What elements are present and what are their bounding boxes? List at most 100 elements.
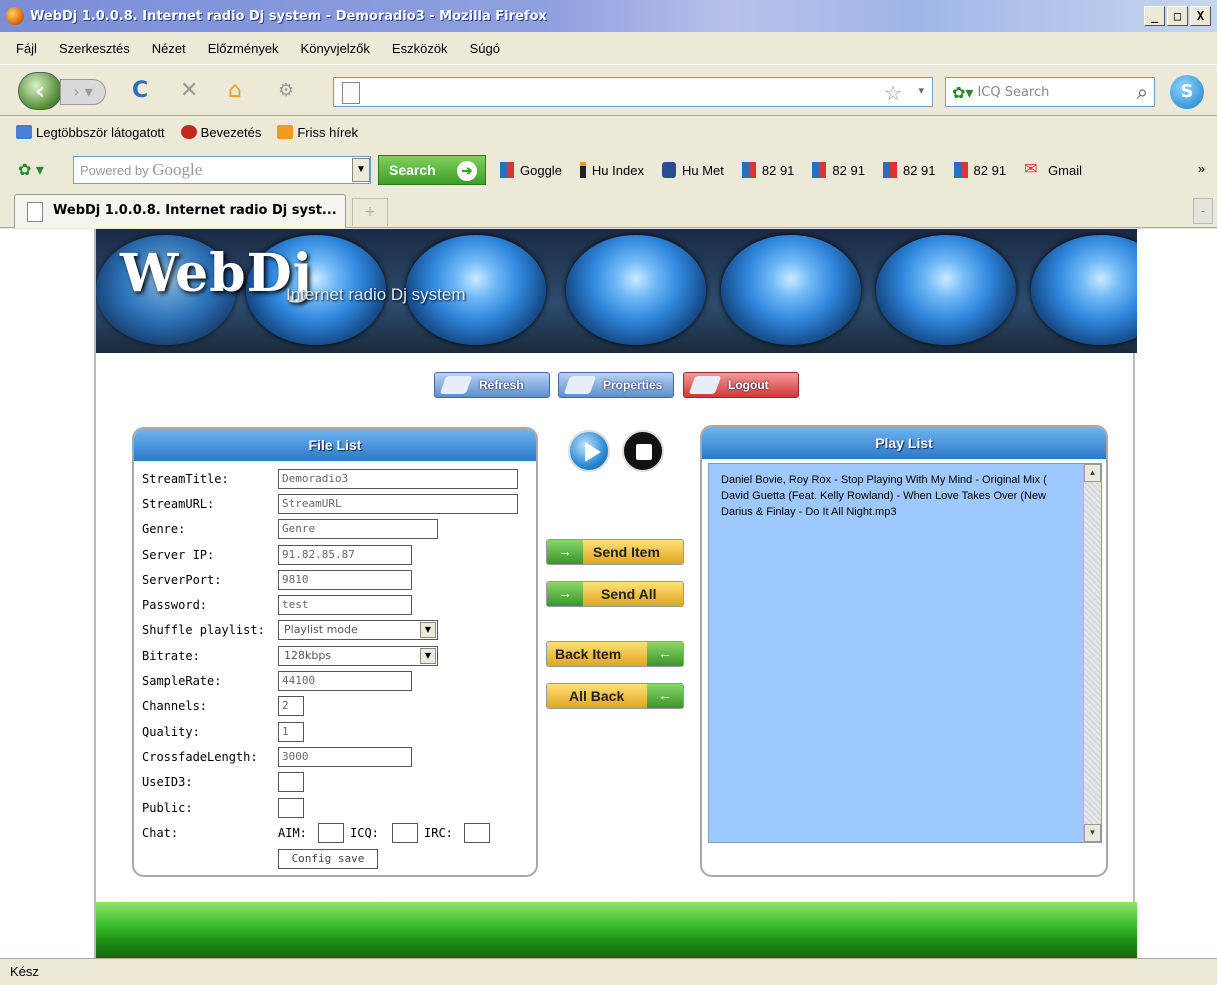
new-tab-button[interactable]: + [352,198,388,226]
link-label: 82 91 [832,162,865,178]
reload-icon[interactable]: C [132,78,148,104]
server-port-input[interactable]: 9810 [278,570,412,590]
scrollbar[interactable]: ▲ ▼ [1083,464,1101,842]
field-label: Quality: [142,725,200,739]
bookmark-latest-news[interactable]: Friss hírek [277,124,358,140]
url-input[interactable]: ☆ ▾ [333,77,933,107]
link-82-91-b[interactable]: 82 91 [812,162,865,178]
send-item-button[interactable]: → Send Item [546,539,684,565]
list-item[interactable]: Daniel Bovie, Roy Rox - Stop Playing Wit… [721,472,1077,488]
link-goggle[interactable]: Goggle [500,162,562,178]
google-search-input[interactable]: Powered by Google [73,156,371,184]
menu-bookmarks[interactable]: Könyvjelzők [301,41,370,56]
config-save-button[interactable]: Config save [278,849,378,869]
search-placeholder: ICQ Search [977,84,1050,100]
properties-button[interactable]: Properties [558,372,674,398]
bitrate-select[interactable]: 128kbps ▼ [278,646,438,666]
bookmark-star-icon[interactable]: ☆ [884,81,902,105]
clover-icon[interactable]: ✿▾ [952,83,973,102]
window-title-bar[interactable]: WebDj 1.0.0.8. Internet radio Dj system … [0,0,1217,32]
stream-title-input[interactable]: Demoradio3 [278,469,518,489]
menu-help[interactable]: Súgó [470,41,500,56]
link-hu-met[interactable]: Hu Met [661,162,724,178]
skype-icon[interactable]: S [1170,75,1204,109]
tools-icon[interactable]: ⚙ [278,78,294,104]
crossfade-input[interactable]: 3000 [278,747,412,767]
field-label: StreamURL: [142,497,215,511]
file-list-panel: File List StreamTitle: Demoradio3 Stream… [132,427,538,877]
more-chevron-icon[interactable]: » [1198,161,1205,176]
link-label: Goggle [520,162,562,178]
link-label: 82 91 [973,162,1007,178]
scroll-down-icon[interactable]: ▼ [1084,824,1101,842]
chevron-down-icon[interactable]: ▼ [352,158,370,182]
send-all-button[interactable]: → Send All [546,581,684,607]
icq-input[interactable] [392,823,418,843]
refresh-button[interactable]: Refresh [434,372,550,398]
shuffle-select[interactable]: Playlist mode ▼ [278,620,438,640]
quality-input[interactable]: 1 [278,722,304,742]
stream-url-input[interactable]: StreamURL [278,494,518,514]
minimize-button[interactable]: _ [1144,6,1165,26]
useid3-checkbox[interactable] [278,772,304,792]
maximize-button[interactable]: □ [1167,6,1188,26]
password-input[interactable]: test [278,595,412,615]
menu-edit[interactable]: Szerkesztés [59,41,130,56]
menu-history[interactable]: Előzmények [208,41,279,56]
channels-input[interactable]: 2 [278,696,304,716]
link-hu-index[interactable]: Hu Index [579,162,644,178]
menu-view[interactable]: Nézet [152,41,186,56]
back-item-button[interactable]: Back Item ← [546,641,684,667]
search-icon[interactable]: ⌕ [1137,80,1148,104]
stop-button[interactable] [622,430,664,472]
samplerate-input[interactable]: 44100 [278,671,412,691]
menu-bar: Fájl Szerkesztés Nézet Előzmények Könyvj… [0,34,1217,62]
all-back-button[interactable]: All Back ← [546,683,684,709]
list-item[interactable]: David Guetta (Feat. Kelly Rowland) - Whe… [721,488,1077,504]
genre-input[interactable]: Genre [278,519,438,539]
field-label: CrossfadeLength: [142,750,258,764]
bookmark-label: Bevezetés [200,124,262,140]
link-gmail[interactable]: ✉ Gmail [1024,162,1082,178]
status-bar: Kész [0,958,1217,984]
tab-list-button[interactable]: - [1193,198,1213,224]
forward-button[interactable]: › ▾ [60,79,106,105]
link-82-91-c[interactable]: 82 91 [882,162,936,178]
link-82-91-d[interactable]: 82 91 [953,162,1007,178]
back-button[interactable]: ‹ [18,72,62,110]
tab-webdj[interactable]: WebDj 1.0.0.8. Internet radio Dj syst... [14,194,346,228]
bookmark-getting-started[interactable]: Bevezetés [180,124,262,140]
back-item-label: Back Item [555,646,622,662]
google-search-button[interactable]: ➔ Search [378,155,486,185]
close-button[interactable]: X [1190,6,1211,26]
chevron-down-icon: ▼ [420,622,436,638]
turntable-image [1031,235,1137,345]
play-button[interactable] [568,430,610,472]
irc-input[interactable] [464,823,490,843]
gmail-icon: ✉ [1024,161,1038,178]
menu-tools[interactable]: Eszközök [392,41,448,56]
play-list-panel: Play List Daniel Bovie, Roy Rox - Stop P… [700,425,1108,877]
arrow-right-icon: ➔ [457,161,477,181]
home-icon[interactable]: ⌂ [228,78,242,104]
link-82-91-a[interactable]: 82 91 [741,162,794,178]
logout-label: Logout [728,378,769,392]
menu-file[interactable]: Fájl [16,41,37,56]
server-ip-input[interactable]: 91.82.85.87 [278,545,412,565]
list-item[interactable]: Darius & Finlay - Do It All Night.mp3 [721,504,1077,520]
aim-input[interactable] [318,823,344,843]
chevron-down-icon[interactable]: ▾ [918,84,924,97]
field-label: Public: [142,801,193,815]
search-input[interactable]: ✿▾ ICQ Search ⌕ [945,77,1155,107]
public-checkbox[interactable] [278,798,304,818]
clover-icon[interactable]: ✿ ▾ [18,160,44,180]
field-label: Password: [142,598,208,612]
send-all-label: Send All [601,586,657,602]
stop-icon[interactable]: ✕ [180,78,198,104]
play-list-box[interactable]: Daniel Bovie, Roy Rox - Stop Playing Wit… [708,463,1102,843]
link-label: 82 91 [902,162,936,178]
page-icon [342,82,360,104]
scroll-up-icon[interactable]: ▲ [1084,464,1101,482]
logout-button[interactable]: Logout [683,372,799,398]
bookmark-most-visited[interactable]: Legtöbbször látogatott [16,124,165,140]
